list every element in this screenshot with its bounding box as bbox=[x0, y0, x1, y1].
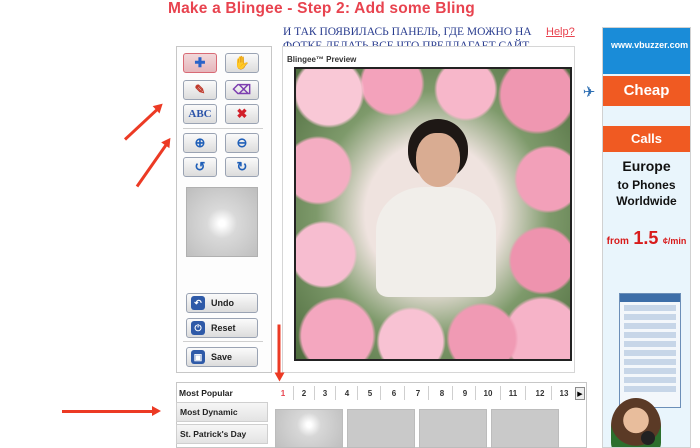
floppy-disk-icon: ▣ bbox=[191, 350, 205, 364]
save-label: Save bbox=[211, 352, 233, 362]
category-most-dynamic[interactable]: Most Dynamic bbox=[176, 402, 268, 422]
page-link-13[interactable]: 13 bbox=[554, 389, 574, 398]
page-link-7[interactable]: 7 bbox=[408, 389, 428, 398]
reset-label: Reset bbox=[211, 323, 236, 333]
page-link-3[interactable]: 3 bbox=[315, 389, 335, 398]
page-separator bbox=[428, 386, 429, 400]
page-separator bbox=[551, 386, 552, 400]
stamp-thumbnail[interactable] bbox=[491, 409, 559, 448]
ad-line-worldwide: Worldwide bbox=[616, 194, 677, 208]
undo-arrow-icon: ↶ bbox=[191, 296, 205, 310]
save-button[interactable]: ▣ Save bbox=[186, 347, 258, 367]
page-link-1[interactable]: 1 bbox=[273, 389, 293, 398]
ad-price-prefix: from bbox=[606, 236, 629, 247]
advertisement-banner[interactable]: www.vbuzzer.com Cheap Calls Europe to Ph… bbox=[602, 27, 691, 448]
ad-cheap-text: Cheap bbox=[603, 76, 690, 106]
toolbar-divider bbox=[183, 341, 263, 342]
annotation-arrow bbox=[123, 107, 159, 141]
delete-x-icon[interactable]: ✖ bbox=[225, 104, 259, 124]
stamp-thumbnail[interactable] bbox=[275, 409, 343, 448]
rotate-left-icon[interactable]: ↺ bbox=[183, 157, 217, 177]
page-link-12[interactable]: 12 bbox=[530, 389, 550, 398]
annotation-arrow bbox=[62, 406, 161, 416]
photo-canvas[interactable] bbox=[294, 67, 572, 361]
brush-icon[interactable]: ✎ bbox=[183, 80, 217, 100]
page-separator bbox=[404, 386, 405, 400]
ad-price: from 1.5 ¢/min bbox=[603, 228, 690, 249]
stamp-thumbnail[interactable] bbox=[419, 409, 487, 448]
ad-calls-text: Calls bbox=[603, 126, 690, 152]
eraser-icon[interactable]: ⌫ bbox=[225, 80, 259, 100]
help-link[interactable]: Help? bbox=[546, 26, 575, 38]
page-title: Make a Blingee - Step 2: Add some Bling bbox=[168, 0, 475, 17]
ad-line-europe: Europe bbox=[622, 158, 671, 174]
page-link-6[interactable]: 6 bbox=[384, 389, 404, 398]
zoom-out-icon[interactable]: ⊖ bbox=[225, 133, 259, 153]
rotate-right-icon[interactable]: ↻ bbox=[225, 157, 259, 177]
page-separator bbox=[380, 386, 381, 400]
page-separator bbox=[335, 386, 336, 400]
page-link-4[interactable]: 4 bbox=[337, 389, 357, 398]
text-abc-icon[interactable]: ABC bbox=[183, 104, 217, 124]
zoom-in-icon[interactable]: ⊕ bbox=[183, 133, 217, 153]
hand-icon[interactable]: ✋ bbox=[225, 53, 259, 73]
page-link-8[interactable]: 8 bbox=[432, 389, 452, 398]
stamp-thumbnail[interactable] bbox=[347, 409, 415, 448]
ad-messenger-screenshot bbox=[619, 293, 681, 408]
page-separator bbox=[525, 386, 526, 400]
headset-icon bbox=[641, 431, 655, 445]
tool-panel: ✚ ✋ ✎ ⌫ ABC ✖ ⊕ ⊖ ↺ ↻ ↶ Undo ⏻ Reset ▣ S… bbox=[176, 46, 272, 373]
preview-label: Blingee™ Preview bbox=[287, 55, 357, 64]
power-icon: ⏻ bbox=[191, 321, 205, 335]
annotation-arrow bbox=[277, 324, 281, 375]
pager-next-arrow-icon[interactable]: ▶ bbox=[575, 387, 585, 400]
reset-button[interactable]: ⏻ Reset bbox=[186, 318, 258, 338]
page-separator bbox=[475, 386, 476, 400]
page-link-11[interactable]: 11 bbox=[503, 389, 523, 398]
page-link-5[interactable]: 5 bbox=[360, 389, 380, 398]
plus-icon[interactable]: ✚ bbox=[183, 53, 217, 73]
category-st-patricks-day[interactable]: St. Patrick's Day bbox=[176, 424, 268, 444]
photo-face bbox=[416, 133, 460, 187]
page-separator bbox=[357, 386, 358, 400]
selected-stamp-preview bbox=[186, 187, 258, 257]
category-most-popular[interactable]: Most Popular bbox=[176, 384, 268, 404]
photo-body bbox=[376, 187, 496, 297]
undo-label: Undo bbox=[211, 298, 234, 308]
ad-price-value: 1.5 bbox=[633, 228, 659, 248]
share-icon[interactable]: ✈ bbox=[579, 83, 599, 105]
ad-brand-logo: www.vbuzzer.com bbox=[611, 40, 689, 50]
page-link-2[interactable]: 2 bbox=[294, 389, 314, 398]
ad-line-to-phones: to Phones bbox=[617, 178, 676, 192]
page-link-9[interactable]: 9 bbox=[455, 389, 475, 398]
toolbar-divider bbox=[183, 128, 263, 129]
page-link-10[interactable]: 10 bbox=[478, 389, 498, 398]
ad-price-unit: ¢/min bbox=[662, 236, 687, 246]
page-separator bbox=[452, 386, 453, 400]
page-separator bbox=[500, 386, 501, 400]
annotation-arrow bbox=[135, 143, 169, 188]
undo-button[interactable]: ↶ Undo bbox=[186, 293, 258, 313]
